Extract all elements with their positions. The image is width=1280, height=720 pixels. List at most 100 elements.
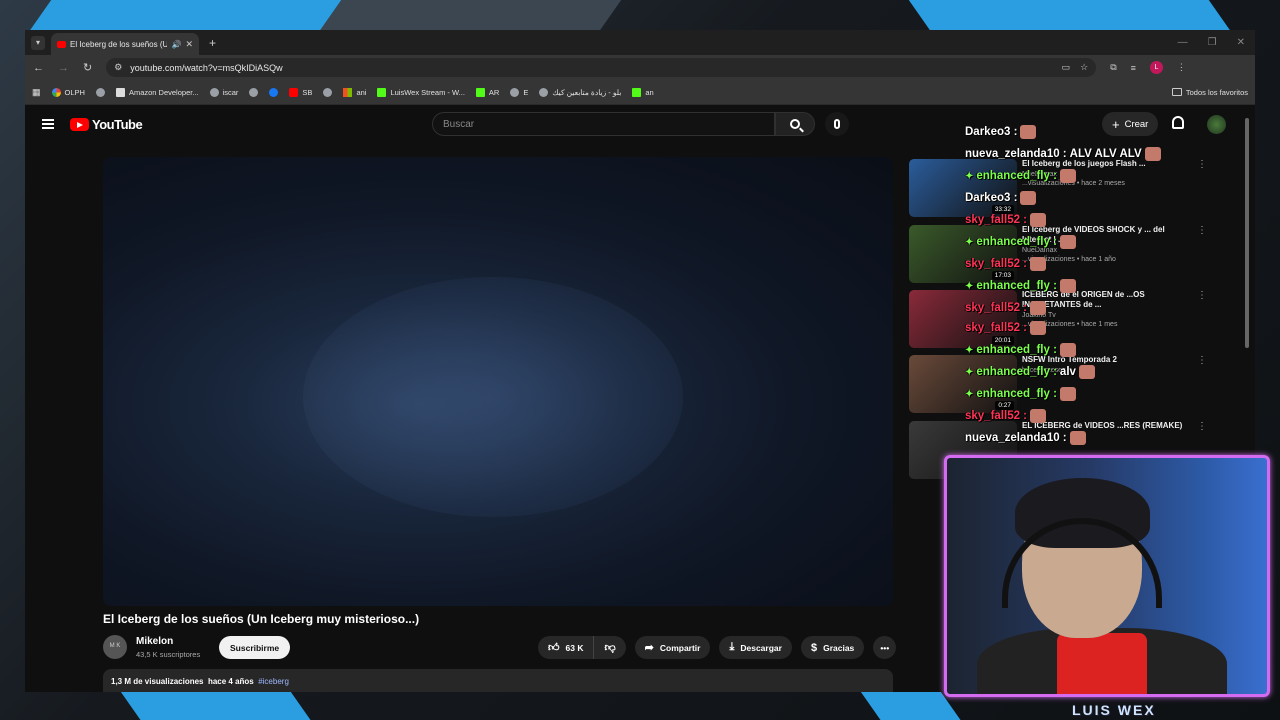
channel-avatar[interactable]: M K [103,635,127,659]
bookmark-item[interactable] [269,87,279,97]
close-tab-icon[interactable]: ✕ [185,39,193,50]
video-thumbnail[interactable]: 17:03 [909,225,1017,283]
voice-search-button[interactable] [825,112,849,136]
bookmark-item[interactable]: an [632,87,654,97]
scrollbar[interactable] [1245,118,1249,348]
omnibox[interactable]: ⚙ youtube.com/watch?v=msQkIDiASQw ▭ ☆ [106,58,1097,77]
more-vert-icon[interactable]: ⋮ [1197,290,1207,350]
bookmark-item[interactable]: AR [475,87,499,97]
audio-icon[interactable]: 🔊 [171,40,181,49]
video-thumbnail[interactable]: 20:01 [909,290,1017,348]
chat-username: enhanced_fly : [976,236,1057,248]
subscribe-button[interactable]: Suscribirme [219,636,291,659]
folder-icon [1171,88,1182,96]
youtube-logo[interactable]: YouTube [70,117,143,132]
overlay-stripe [119,690,311,720]
kick-icon [377,87,387,97]
cast-icon[interactable]: ▭ [1062,62,1071,73]
bookmark-item[interactable]: SB [289,87,312,97]
video-thumbnail[interactable]: 33:32 [909,159,1017,217]
apps-grid-icon[interactable]: ▦ [32,87,41,98]
more-vert-icon[interactable]: ⋮ [1197,159,1207,219]
recommended-video[interactable]: 17:03 El Iceberg de VIDEOS SHOCK y ... d… [909,225,1239,285]
thanks-button[interactable]: $ Gracias [800,636,865,659]
chat-username: nueva_zelanda10 : [965,432,1067,444]
globe-icon [539,87,549,97]
extensions-icon[interactable]: ⧉ [1110,62,1116,73]
more-actions-button[interactable]: ••• [873,636,897,659]
bookmarks-bar: ▦ OLPH Amazon Developer... iscar SB ani … [25,80,1255,105]
chat-message: ✦ enhanced_fly : [965,235,1076,249]
video-thumbnail[interactable]: 0:27 [909,355,1017,413]
restore-button[interactable]: ❐ [1208,37,1217,48]
recommended-video[interactable]: 0:27 NSFW Intro Temporada 2 hace 6 meses … [909,355,1239,415]
chat-message: ✦ enhanced_fly : [965,387,1076,401]
youtube-header: YouTube + Crear [25,107,1255,147]
youtube-play-icon [70,118,89,131]
browser-menu-icon[interactable]: ⋮ [1177,62,1186,73]
chat-message: ✦ enhanced_fly : [965,169,1076,183]
youtube-icon [289,87,299,97]
overlay-stripe [28,0,372,32]
profile-avatar[interactable]: L [1149,61,1163,74]
all-bookmarks-folder[interactable]: Todos los favoritos [1171,88,1248,97]
site-info-icon[interactable]: ⚙ [114,62,122,73]
bookmark-item[interactable]: OLPH [51,87,85,97]
hashtag-link[interactable]: #iceberg [258,677,289,686]
more-vert-icon[interactable]: ⋮ [1197,225,1207,285]
back-button[interactable]: ← [33,62,44,74]
like-button[interactable]: 👍︎ 63 K [548,636,595,659]
address-bar-row: ← → ↻ ⚙ youtube.com/watch?v=msQkIDiASQw … [25,55,1255,80]
share-icon: ➦ [644,642,654,654]
chat-message: nueva_zelanda10 : ALV ALV ALV [965,147,1161,161]
close-window-button[interactable]: ✕ [1237,37,1245,48]
chat-username: Darkeo3 : [965,126,1018,138]
recommended-video[interactable]: 20:01 ICEBERG de el ORIGEN de ...OS INQU… [909,290,1239,350]
youtube-favicon [57,40,66,48]
media-icon[interactable]: ≡ [1131,63,1136,73]
video-player[interactable] [103,157,893,606]
bookmark-item[interactable]: LuisWex Stream - W... [377,87,465,97]
tab-list-button[interactable]: ▾ [31,35,45,50]
url-text[interactable]: youtube.com/watch?v=msQkIDiASQw [130,63,1053,73]
account-avatar[interactable] [1207,115,1226,134]
search-button[interactable] [775,112,815,136]
bookmark-item[interactable]: Amazon Developer... [115,87,199,97]
emote-icon [1059,343,1076,357]
recommended-video[interactable]: 33:32 El Iceberg de los juegos Flash ...… [909,159,1239,219]
emote-icon [1030,409,1047,423]
amazon-icon [115,87,125,97]
microphone-icon [834,119,840,129]
browser-tab[interactable]: El Iceberg de los sueños (U 🔊 ✕ [51,33,199,55]
subscriber-badge-icon: ✦ [965,170,974,182]
new-tab-button[interactable]: + [209,36,216,50]
bookmark-item[interactable] [95,87,105,97]
reload-button[interactable]: ↻ [83,61,92,74]
chat-message: Darkeo3 : [965,191,1037,205]
bookmark-item[interactable] [249,87,259,97]
download-button[interactable]: ⤓ Descargar [719,636,792,659]
hamburger-menu-icon[interactable] [42,119,54,129]
globe-icon [323,87,333,97]
subscriber-badge-icon: ✦ [965,344,974,356]
chat-username: Darkeo3 : [965,192,1018,204]
bookmark-item[interactable]: ani [343,87,366,97]
dislike-button[interactable]: 👎︎ [594,636,625,659]
search-input[interactable] [443,118,774,130]
super-thanks-icon: $ [810,641,818,654]
notifications-bell-icon[interactable] [1172,116,1184,129]
channel-name[interactable]: Mikelon [136,636,173,647]
download-icon: ⤓ [729,641,735,653]
bookmark-item[interactable]: iscar [209,87,238,97]
bookmark-item[interactable] [323,87,333,97]
forward-button[interactable]: → [58,62,69,74]
create-button[interactable]: + Crear [1102,112,1159,136]
bookmark-item[interactable]: بلو - زيادة متابعين كيك [539,87,621,97]
share-button[interactable]: ➦ Compartir [634,636,711,659]
description-box[interactable]: 1,3 M de visualizaciones hace 4 años #ic… [103,669,893,692]
more-vert-icon[interactable]: ⋮ [1197,355,1207,415]
bookmark-item[interactable]: E [510,87,528,97]
minimize-button[interactable]: — [1178,37,1188,48]
subscriber-badge-icon: ✦ [965,388,974,400]
bookmark-star-icon[interactable]: ☆ [1080,62,1088,73]
